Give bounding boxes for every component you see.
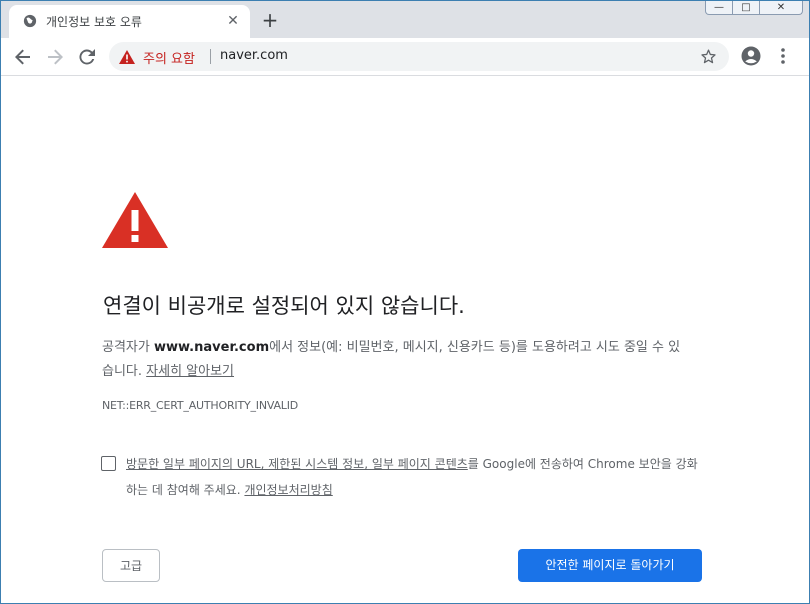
tab-strip: 개인정보 보호 오류 ✕ + — □ ✕ — [1, 1, 809, 38]
optin-details-link[interactable]: 방문한 일부 페이지의 URL, 제한된 시스템 정보, 일부 페이지 콘텐츠 — [126, 457, 468, 471]
maximize-button[interactable]: □ — [732, 1, 760, 15]
star-icon[interactable] — [700, 48, 717, 65]
url-text[interactable]: naver.com — [220, 48, 288, 63]
reload-icon — [79, 49, 95, 65]
address-bar[interactable]: 주의 요함 naver.com — [109, 42, 729, 71]
more-vert-icon[interactable] — [777, 46, 789, 66]
danger-warning-icon — [102, 192, 168, 248]
back-to-safety-button[interactable]: 안전한 페이지로 돌아가기 — [518, 549, 702, 582]
minimize-button[interactable]: — — [705, 1, 733, 15]
omnibox-divider — [210, 49, 211, 64]
interstitial-page: 연결이 비공개로 설정되어 있지 않습니다. 공격자가 www.naver.co… — [0, 76, 810, 604]
globe-icon — [23, 14, 37, 28]
arrow-right-icon — [48, 49, 63, 65]
warning-triangle-icon — [119, 50, 135, 64]
new-tab-button[interactable]: + — [260, 10, 280, 30]
window-close-button[interactable]: ✕ — [759, 1, 803, 15]
error-code[interactable]: NET::ERR_CERT_AUTHORITY_INVALID — [102, 399, 298, 412]
security-status-label[interactable]: 주의 요함 — [143, 48, 195, 67]
desc-domain: www.naver.com — [153, 340, 270, 355]
active-tab[interactable]: 개인정보 보호 오류 ✕ — [9, 5, 250, 38]
reload-button[interactable] — [76, 46, 98, 68]
advanced-button[interactable]: 고급 — [102, 549, 160, 582]
optin-text: 방문한 일부 페이지의 URL, 제한된 시스템 정보, 일부 페이지 콘텐츠를… — [126, 451, 706, 503]
window-controls: — □ ✕ — [705, 1, 803, 15]
toolbar: 주의 요함 naver.com — [1, 38, 809, 76]
desc-prefix: 공격자가 — [102, 340, 154, 355]
forward-button[interactable] — [44, 46, 66, 68]
arrow-left-icon — [15, 49, 30, 65]
optin-checkbox[interactable] — [101, 456, 116, 471]
error-description: 공격자가 www.naver.com에서 정보(예: 비밀번호, 메시지, 신용… — [102, 336, 692, 384]
tab-close-icon[interactable]: ✕ — [225, 13, 241, 29]
page-title: 연결이 비공개로 설정되어 있지 않습니다. — [103, 294, 465, 318]
back-button[interactable] — [12, 46, 34, 68]
tab-title: 개인정보 보호 오류 — [46, 15, 142, 29]
learn-more-link[interactable]: 자세히 알아보기 — [146, 364, 234, 379]
account-circle-icon[interactable] — [741, 46, 761, 66]
privacy-policy-link[interactable]: 개인정보처리방침 — [244, 483, 332, 497]
